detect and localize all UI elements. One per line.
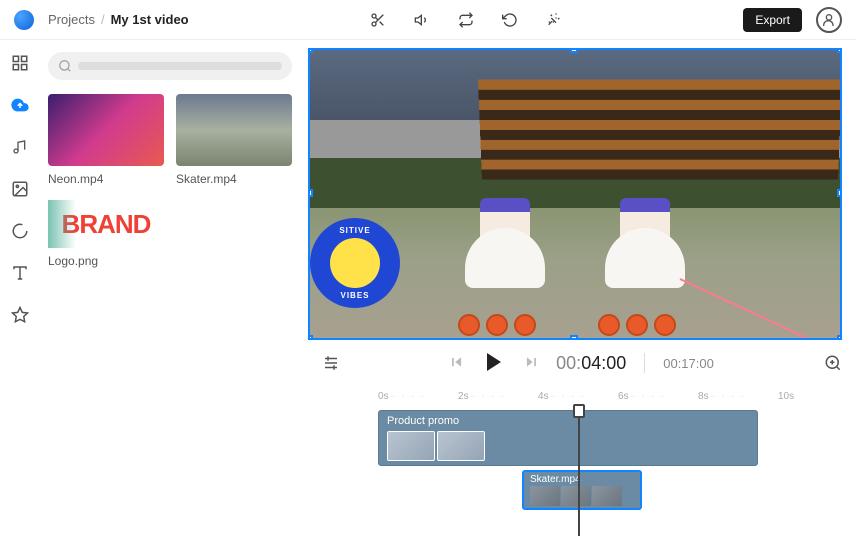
preview-canvas[interactable]: SITIVE VIBES [308, 48, 842, 340]
clip-label: Product promo [387, 415, 749, 427]
sticker-text-bottom: VIBES [340, 291, 369, 300]
timeline-ruler[interactable]: 0s ···· 2s ···· 4s ···· 6s ···· 8s ···· … [378, 386, 842, 406]
text-icon[interactable] [11, 264, 29, 282]
music-icon[interactable] [11, 138, 29, 156]
upload-icon[interactable] [11, 96, 29, 114]
ruler-mark: 6s [618, 391, 629, 402]
media-panel: Neon.mp4 Skater.mp4 BRAND Logo.png [40, 40, 308, 548]
resize-handle-ml[interactable] [308, 189, 313, 197]
clip-label: Skater.mp4 [530, 474, 634, 485]
ruler-mark: 2s [458, 391, 469, 402]
current-time: 00:04:00 [556, 353, 626, 374]
undo-icon[interactable] [502, 12, 518, 28]
media-label: Logo.png [48, 254, 164, 268]
resize-handle-mr[interactable] [837, 189, 842, 197]
ruler-mark: 4s [538, 391, 549, 402]
timeline-controls: 00:04:00 00:17:00 [308, 340, 856, 386]
ruler-mark: 10s [778, 391, 794, 402]
main-area: Neon.mp4 Skater.mp4 BRAND Logo.png [0, 40, 856, 548]
search-icon [58, 59, 72, 73]
left-sidebar [0, 40, 40, 548]
scissors-icon[interactable] [370, 12, 386, 28]
resize-handle-bl[interactable] [308, 335, 313, 340]
timeline-clip-promo[interactable]: Product promo [378, 410, 758, 466]
ruler-mark: 0s [378, 391, 389, 402]
shape-icon[interactable] [11, 222, 29, 240]
resize-handle-tr[interactable] [837, 48, 842, 53]
magic-wand-icon[interactable] [546, 12, 562, 28]
track-settings-icon[interactable] [322, 354, 340, 372]
timeline[interactable]: 0s ···· 2s ···· 4s ···· 6s ···· 8s ···· … [308, 386, 856, 536]
sticker-text-top: SITIVE [339, 226, 370, 235]
prev-frame-button[interactable] [450, 355, 464, 372]
swap-icon[interactable] [458, 12, 474, 28]
timeline-clip-skater[interactable]: Skater.mp4 [522, 470, 642, 510]
toolbar-center [370, 12, 562, 28]
ruler-mark: 8s [698, 391, 709, 402]
media-label: Skater.mp4 [176, 172, 292, 186]
editor-area: SITIVE VIBES 00:04:00 [308, 40, 856, 548]
top-bar: Projects / My 1st video Export [0, 0, 856, 40]
playhead-handle[interactable] [573, 404, 585, 418]
media-label: Neon.mp4 [48, 172, 164, 186]
media-thumb [176, 94, 292, 166]
zoom-in-icon[interactable] [824, 354, 842, 372]
star-icon[interactable] [11, 306, 29, 324]
app-logo[interactable] [14, 10, 34, 30]
media-item-logo[interactable]: BRAND Logo.png [48, 200, 164, 268]
sticker-overlay[interactable]: SITIVE VIBES [310, 218, 400, 308]
resize-handle-tl[interactable] [308, 48, 313, 53]
user-avatar[interactable] [816, 7, 842, 33]
resize-handle-bc[interactable] [570, 335, 578, 340]
layout-icon[interactable] [11, 54, 29, 72]
image-icon[interactable] [11, 180, 29, 198]
breadcrumb-root[interactable]: Projects [48, 12, 95, 27]
search-input[interactable] [48, 52, 292, 80]
next-frame-button[interactable] [524, 355, 538, 372]
resize-handle-br[interactable] [837, 335, 842, 340]
breadcrumb-separator: / [101, 12, 105, 27]
total-time: 00:17:00 [663, 356, 714, 371]
export-button[interactable]: Export [743, 8, 802, 32]
media-item-skater[interactable]: Skater.mp4 [176, 94, 292, 186]
media-thumb [48, 94, 164, 166]
media-item-neon[interactable]: Neon.mp4 [48, 94, 164, 186]
play-button[interactable] [482, 350, 506, 377]
playhead[interactable] [578, 406, 580, 536]
breadcrumb-current[interactable]: My 1st video [111, 12, 189, 27]
media-thumb: BRAND [48, 200, 164, 248]
volume-icon[interactable] [414, 12, 430, 28]
resize-handle-tc[interactable] [570, 48, 578, 53]
